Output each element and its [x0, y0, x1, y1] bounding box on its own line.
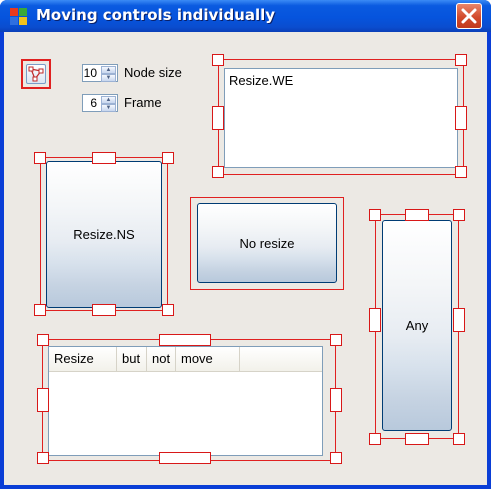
node-size-arrows[interactable]: ▲ ▼	[101, 66, 116, 82]
frame-arrows[interactable]: ▲ ▼	[101, 96, 116, 112]
chevron-down-icon[interactable]: ▼	[101, 104, 116, 112]
column-header[interactable]: not	[147, 347, 176, 371]
resize-handle-ne[interactable]	[330, 334, 342, 346]
resize-handle-sw[interactable]	[369, 433, 381, 445]
resize-handle-w[interactable]	[37, 388, 49, 412]
resize-listview[interactable]: Resize but not move	[48, 346, 323, 456]
resize-handle-e[interactable]	[455, 106, 467, 130]
resize-handle-nw[interactable]	[34, 152, 46, 164]
resize-handle-n[interactable]	[405, 209, 429, 221]
node-size-stepper[interactable]: 10 ▲ ▼	[82, 64, 118, 82]
any-button[interactable]: Any	[382, 220, 452, 431]
no-resize-label: No resize	[239, 235, 295, 251]
resize-handle-e[interactable]	[453, 308, 465, 332]
node-size-label: Node size	[124, 65, 182, 80]
resize-handle-w[interactable]	[369, 308, 381, 332]
no-resize-button[interactable]: No resize	[197, 203, 337, 283]
resize-handle-s[interactable]	[159, 452, 211, 464]
chevron-up-icon[interactable]: ▲	[101, 66, 116, 74]
column-header[interactable]: move	[176, 347, 240, 371]
resize-handle-ne[interactable]	[453, 209, 465, 221]
resize-handle-w[interactable]	[212, 106, 224, 130]
any-label: Any	[405, 318, 429, 333]
frame-stepper[interactable]: 6 ▲ ▼	[82, 94, 118, 112]
title-bar[interactable]: Moving controls individually	[0, 0, 491, 32]
close-icon	[461, 8, 477, 24]
app-icon	[10, 8, 27, 25]
column-header[interactable]: but	[117, 347, 147, 371]
resize-handle-nw[interactable]	[212, 54, 224, 66]
listview-header: Resize but not move	[49, 347, 322, 372]
resize-handle-ne[interactable]	[162, 152, 174, 164]
resize-handle-e[interactable]	[330, 388, 342, 412]
node-graph-icon	[26, 64, 46, 84]
column-header[interactable]: Resize	[49, 347, 117, 371]
resize-handle-nw[interactable]	[37, 334, 49, 346]
resize-handle-se[interactable]	[162, 304, 174, 316]
resize-handle-se[interactable]	[330, 452, 342, 464]
resize-we-text: Resize.WE	[229, 73, 294, 88]
resize-handle-ne[interactable]	[455, 54, 467, 66]
window-title: Moving controls individually	[36, 6, 276, 24]
resize-handle-se[interactable]	[453, 433, 465, 445]
column-header-filler	[240, 347, 322, 371]
resize-handle-nw[interactable]	[369, 209, 381, 221]
resize-handle-sw[interactable]	[37, 452, 49, 464]
resize-ns-button[interactable]: Resize.NS	[46, 161, 162, 308]
resize-handle-se[interactable]	[455, 166, 467, 178]
frame-value: 6	[90, 96, 97, 110]
resize-handle-s[interactable]	[92, 304, 116, 316]
frame-label: Frame	[124, 95, 162, 110]
client-area: 10 ▲ ▼ Node size 6 ▲ ▼ Frame Resize.WE R…	[4, 32, 487, 485]
resize-handle-s[interactable]	[405, 433, 429, 445]
chevron-down-icon[interactable]: ▼	[101, 74, 116, 82]
design-mode-button[interactable]	[21, 59, 51, 89]
chevron-up-icon[interactable]: ▲	[101, 96, 116, 104]
close-button[interactable]	[456, 3, 482, 29]
resize-ns-label: Resize.NS	[73, 227, 135, 242]
node-size-value: 10	[83, 66, 97, 80]
resize-handle-n[interactable]	[159, 334, 211, 346]
resize-handle-sw[interactable]	[34, 304, 46, 316]
resize-we-textbox[interactable]: Resize.WE	[224, 68, 458, 168]
resize-handle-n[interactable]	[92, 152, 116, 164]
app-window: Moving controls individually 10 ▲ ▼ Node…	[0, 0, 491, 489]
resize-handle-sw[interactable]	[212, 166, 224, 178]
